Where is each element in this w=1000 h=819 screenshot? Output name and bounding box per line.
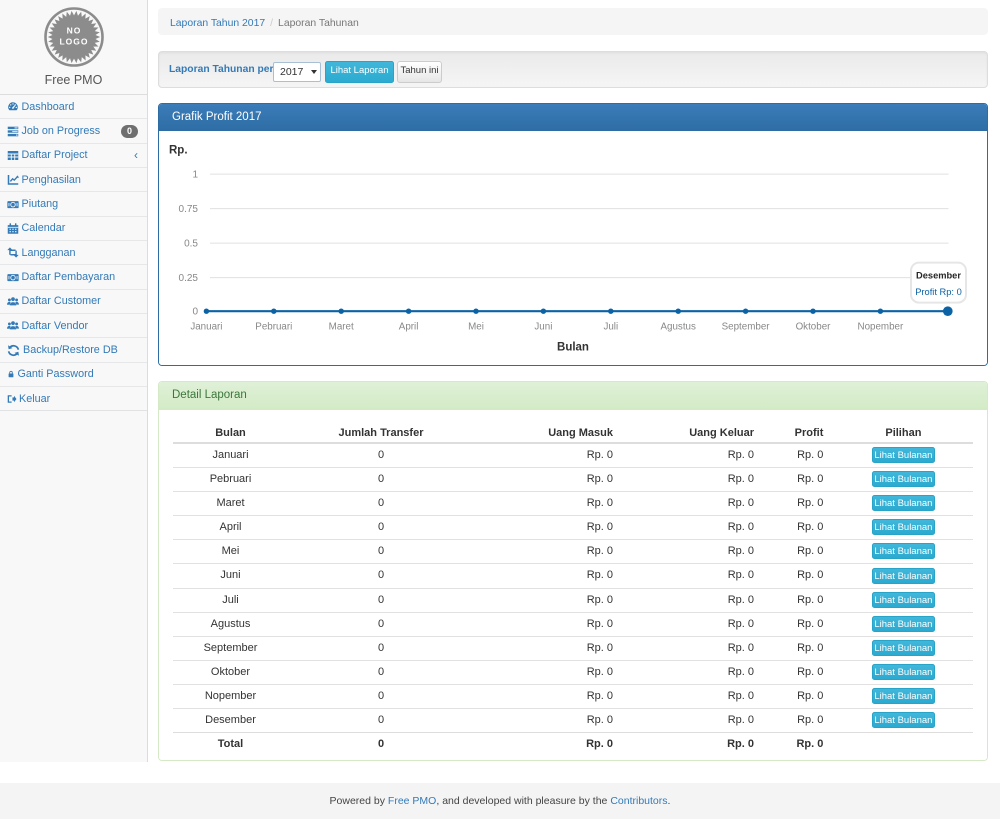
svg-text:LOGO: LOGO [59,37,88,47]
svg-text:Desember: Desember [916,271,961,281]
svg-text:Agustus: Agustus [660,322,696,333]
svg-text:Mei: Mei [468,322,484,333]
svg-text:Juli: Juli [603,322,618,333]
svg-text:Januari: Januari [190,322,222,333]
svg-text:April: April [399,322,419,333]
svg-text:1: 1 [192,170,198,181]
svg-text:Pebruari: Pebruari [255,322,292,333]
svg-text:0.75: 0.75 [179,204,199,215]
svg-text:Rp.: Rp. [169,145,188,157]
svg-text:0.25: 0.25 [179,273,199,284]
svg-text:Profit Rp: 0: Profit Rp: 0 [915,287,962,297]
svg-text:0.5: 0.5 [184,239,198,250]
svg-text:September: September [722,322,771,333]
svg-text:Juni: Juni [534,322,552,333]
svg-text:Bulan: Bulan [557,342,589,354]
svg-text:NO: NO [66,26,81,36]
svg-text:Oktober: Oktober [796,322,832,333]
svg-text:Nopember: Nopember [858,322,904,333]
svg-text:0: 0 [192,307,198,318]
svg-text:Maret: Maret [329,322,354,333]
